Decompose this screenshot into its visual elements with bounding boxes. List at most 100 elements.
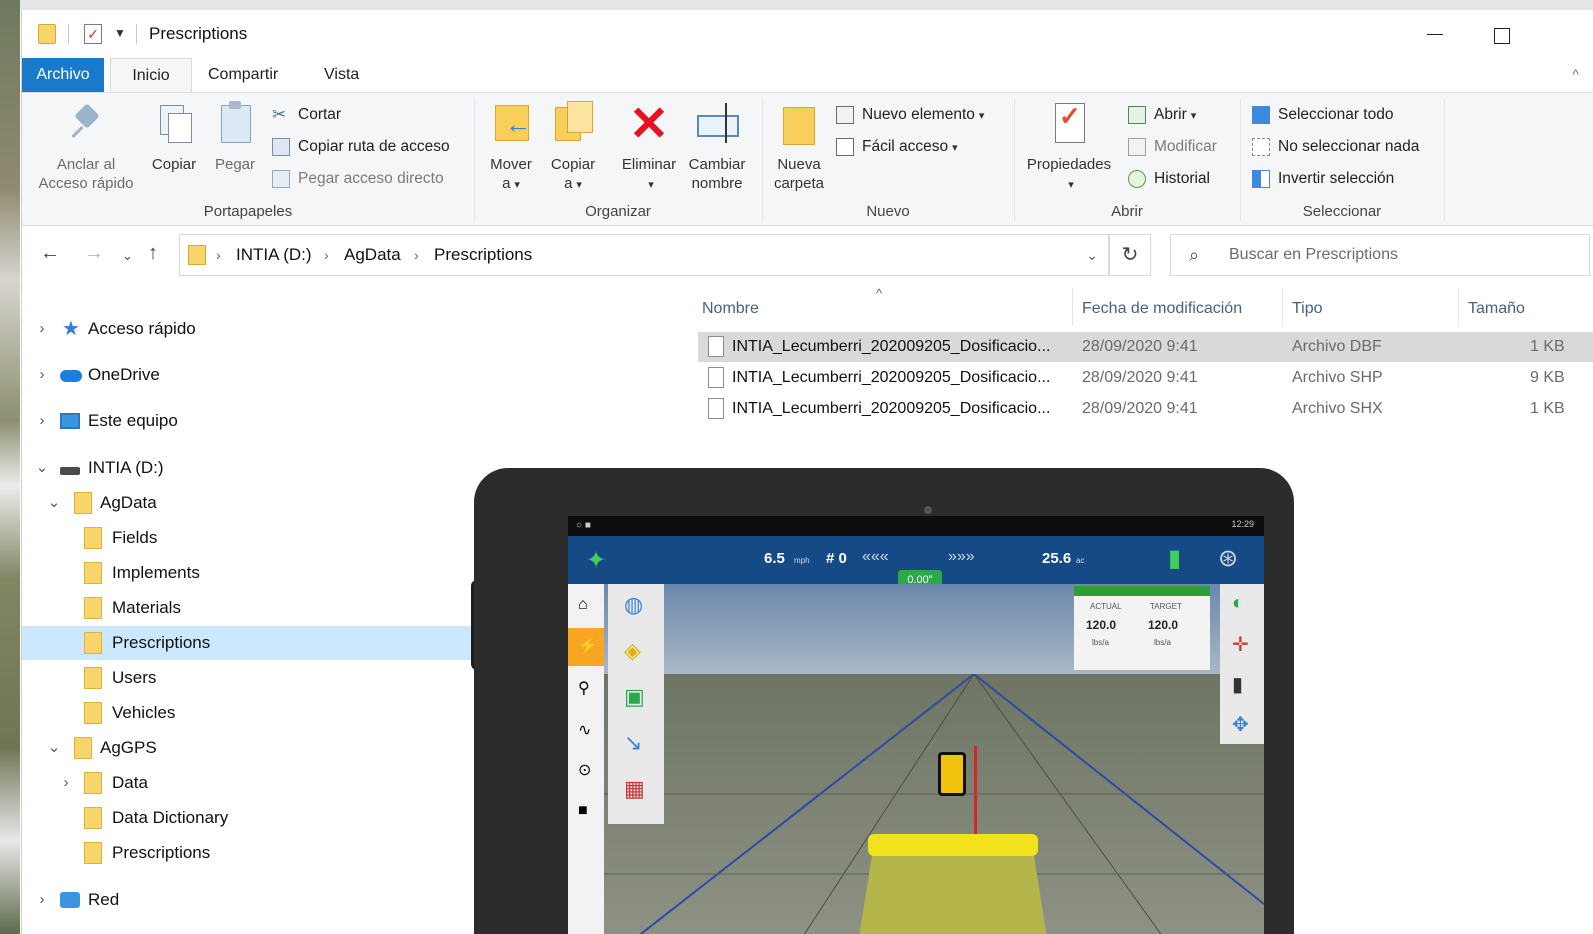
delete-button[interactable]: ✕ Eliminar ▾ <box>616 101 682 195</box>
cut-button[interactable]: ✂ Cortar <box>270 101 341 129</box>
tree-item-vehicles[interactable]: Vehicles <box>84 696 384 730</box>
breadcrumb-chevron-icon[interactable]: › <box>216 247 221 263</box>
back-arrow-icon[interactable]: ← <box>40 242 60 265</box>
history-button[interactable]: Historial <box>1126 165 1210 193</box>
column-separator[interactable] <box>1458 288 1459 326</box>
column-separator[interactable] <box>1282 288 1283 326</box>
tablet-row-number: # 0 <box>826 550 847 567</box>
expand-chevron-icon[interactable]: › <box>32 312 52 346</box>
select-all-label: Seleccionar todo <box>1278 106 1394 123</box>
copy-button[interactable]: Copiar <box>144 101 204 174</box>
tab-inicio[interactable]: Inicio <box>110 58 192 92</box>
actual-unit: lbs/a <box>1092 638 1109 647</box>
file-icon <box>708 367 724 388</box>
easy-access-button[interactable]: Fácil acceso ▾ <box>834 133 958 161</box>
minimize-button[interactable] <box>1420 20 1450 50</box>
collapse-chevron-icon[interactable]: ⌄ <box>44 731 64 765</box>
tablet-tool-column: ◍ ◈ ▣ ↘ ▦ <box>608 584 664 824</box>
select-none-button[interactable]: No seleccionar nada <box>1250 133 1419 161</box>
tree-item-label: Este equipo <box>88 411 178 430</box>
expand-chevron-icon[interactable]: › <box>32 883 52 917</box>
column-header-date[interactable]: Fecha de modificación <box>1082 292 1242 326</box>
tree-item-aggps-prescriptions[interactable]: Prescriptions <box>84 836 384 870</box>
tree-item-onedrive[interactable]: › OneDrive <box>32 358 332 392</box>
file-row[interactable]: INTIA_Lecumberri_202009205_Dosificacio..… <box>698 363 1593 393</box>
paste-button[interactable]: Pegar <box>208 101 262 174</box>
tree-item-network[interactable]: › Red <box>32 883 332 917</box>
search-placeholder: Buscar en Prescriptions <box>1229 246 1398 263</box>
file-date: 28/09/2020 9:41 <box>1082 369 1198 386</box>
run-icon: ⚡ <box>578 638 598 655</box>
file-row[interactable]: INTIA_Lecumberri_202009205_Dosificacio..… <box>698 394 1593 424</box>
tree-item-users[interactable]: Users <box>84 661 384 695</box>
breadcrumb-chevron-icon[interactable]: › <box>414 247 419 263</box>
address-history-chevron-icon[interactable]: ⌄ <box>1086 247 1098 264</box>
select-all-button[interactable]: Seleccionar todo <box>1250 101 1393 129</box>
vehicle-icon: ▮ <box>1232 674 1244 696</box>
maximize-button[interactable] <box>1486 20 1516 50</box>
paste-shortcut-button[interactable]: Pegar acceso directo <box>270 165 444 193</box>
column-header-type[interactable]: Tipo <box>1292 292 1323 326</box>
recent-locations-chevron-icon[interactable]: ⌄ <box>122 248 133 264</box>
tree-item-materials[interactable]: Materials <box>84 591 384 625</box>
copy-path-button[interactable]: Copiar ruta de acceso <box>270 133 450 161</box>
expand-chevron-icon[interactable]: › <box>32 404 52 438</box>
rename-button[interactable]: Cambiar nombre <box>684 101 750 193</box>
tree-item-fields[interactable]: Fields <box>84 521 384 555</box>
up-arrow-icon[interactable]: ↑ <box>148 242 158 265</box>
column-header-name[interactable]: Nombre <box>702 292 759 326</box>
open-button[interactable]: Abrir ▾ <box>1126 101 1196 129</box>
collapse-chevron-icon[interactable]: ⌄ <box>32 451 52 485</box>
forward-arrow-icon[interactable]: → <box>84 242 104 265</box>
tab-compartir[interactable]: Compartir <box>194 58 292 92</box>
group-separator <box>1444 99 1445 221</box>
tree-item-data-dictionary[interactable]: Data Dictionary <box>84 801 384 835</box>
refresh-button[interactable]: ↻ <box>1109 234 1151 276</box>
move-to-button[interactable]: Mover a▾ <box>482 101 540 195</box>
column-separator[interactable] <box>1072 288 1073 326</box>
chevron-down-icon: ▾ <box>514 179 520 191</box>
tab-archivo[interactable]: Archivo <box>22 58 104 92</box>
tree-item-label: Fields <box>112 528 158 547</box>
column-header-size[interactable]: Tamaño <box>1468 292 1525 326</box>
target-unit: lbs/a <box>1154 638 1171 647</box>
target-value: 120.0 <box>1148 618 1179 632</box>
lightbar-left-chevrons-icon: ««« <box>862 548 889 565</box>
collapse-ribbon-chevron-icon[interactable]: ^ <box>1572 66 1579 82</box>
properties-button[interactable]: Propiedades ▾ <box>1020 101 1118 195</box>
edit-button[interactable]: Modificar <box>1126 133 1217 161</box>
pin-quick-access-button[interactable]: Anclar al Acceso rápido <box>30 101 142 193</box>
copy-icon <box>152 101 196 149</box>
tablet-clock: 12:29 <box>1231 519 1254 529</box>
collapse-chevron-icon[interactable]: ⌄ <box>44 486 64 520</box>
new-item-button[interactable]: Nuevo elemento ▾ <box>834 101 984 129</box>
tree-item-aggps[interactable]: ⌄ AgGPS <box>44 731 344 765</box>
tree-item-prescriptions-selected[interactable]: Prescriptions <box>84 626 384 660</box>
breadcrumb-agdata[interactable]: AgData <box>344 245 401 265</box>
tablet-left-nav: ⌂ ⚡ ⚲ ∿ ⊙ ■ <box>568 584 604 934</box>
tree-item-implements[interactable]: Implements <box>84 556 384 590</box>
tab-vista[interactable]: Vista <box>310 58 373 92</box>
tree-item-agdata[interactable]: ⌄ AgData <box>44 486 344 520</box>
search-box[interactable]: ⌕ Buscar en Prescriptions <box>1170 234 1590 276</box>
breadcrumb-prescriptions[interactable]: Prescriptions <box>434 245 532 265</box>
easy-access-icon <box>836 138 854 156</box>
customize-quick-access-chevron-icon[interactable]: ▼ <box>114 26 126 40</box>
copyto-label-line2: a <box>564 175 573 192</box>
network-icon <box>60 892 80 908</box>
expand-chevron-icon[interactable]: › <box>32 358 52 392</box>
tree-item-this-pc[interactable]: › Este equipo <box>32 404 332 438</box>
expand-chevron-icon[interactable]: › <box>56 766 76 800</box>
breadcrumb-drive[interactable]: INTIA (D:) <box>236 245 312 265</box>
breadcrumb-chevron-icon[interactable]: › <box>324 247 329 263</box>
tree-item-data[interactable]: › Data <box>56 766 356 800</box>
folder-icon <box>74 737 92 759</box>
invert-selection-button[interactable]: Invertir selección <box>1250 165 1394 193</box>
tree-item-intia-drive[interactable]: ⌄ INTIA (D:) <box>32 451 332 485</box>
file-row[interactable]: INTIA_Lecumberri_202009205_Dosificacio..… <box>698 332 1593 362</box>
tree-item-quick-access[interactable]: › ★ Acceso rápido <box>32 312 332 346</box>
address-bar[interactable]: › INTIA (D:) › AgData › Prescriptions ⌄ <box>179 234 1109 276</box>
copy-to-button[interactable]: Copiar a ▾ <box>544 101 602 195</box>
new-folder-button[interactable]: Nueva carpeta <box>766 101 832 193</box>
properties-quick-icon[interactable]: ✓ <box>84 24 102 44</box>
